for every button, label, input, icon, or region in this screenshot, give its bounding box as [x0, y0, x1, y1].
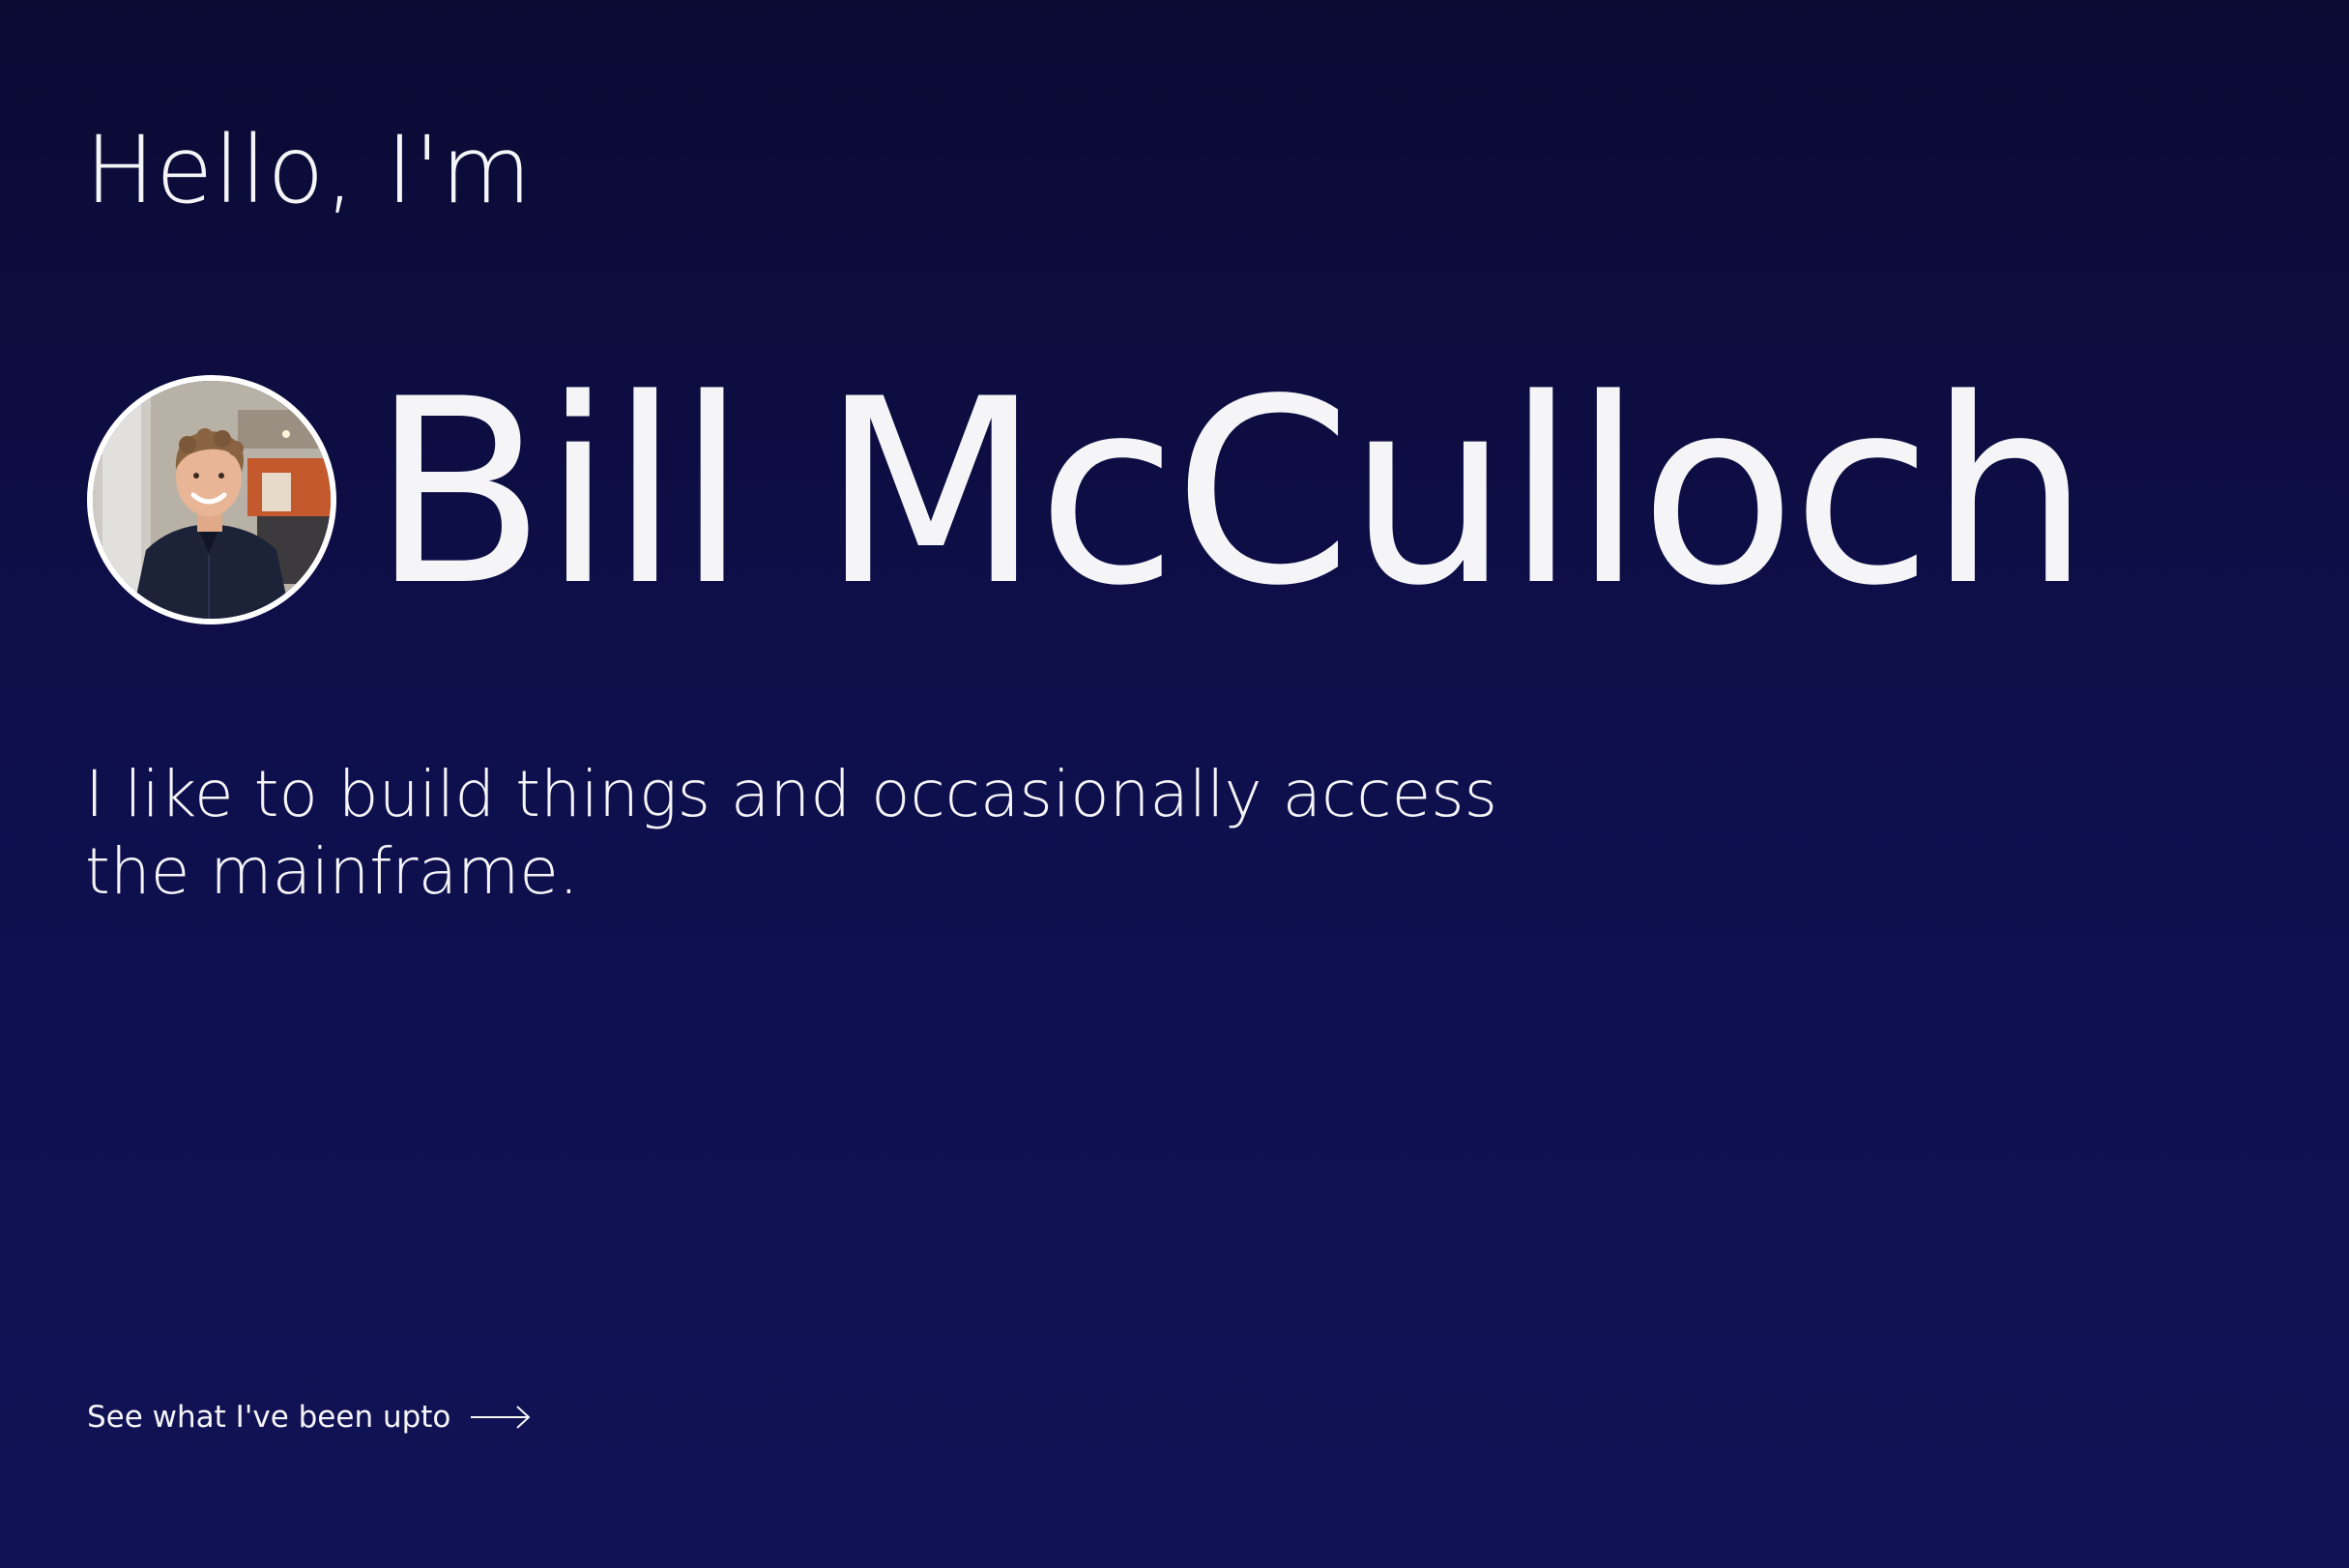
see-work-label: See what I've been upto [87, 1400, 451, 1435]
hero-name: Bill McCulloch [371, 345, 2090, 642]
hero-name-row: Bill McCulloch [87, 366, 2090, 624]
avatar [87, 375, 336, 624]
see-work-link[interactable]: See what I've been upto [87, 1400, 532, 1435]
arrow-right-icon [470, 1403, 532, 1432]
greeting-text: Hello, I'm [85, 116, 533, 224]
hero-tagline: I like to build things and occasionally … [85, 757, 1497, 909]
profile-photo-icon [93, 381, 331, 619]
